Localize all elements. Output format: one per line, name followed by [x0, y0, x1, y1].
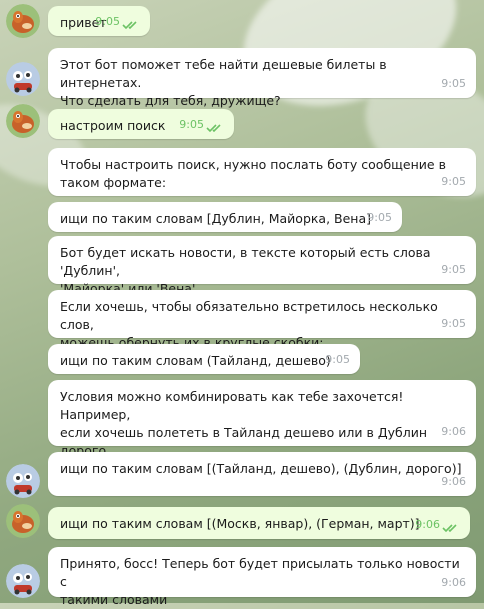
message-bubble-incoming[interactable]: Этот бот поможет тебе найти дешевые биле…: [48, 48, 476, 108]
double-check-icon: [442, 524, 457, 533]
message-bubble-incoming[interactable]: ищи по таким словам [Дублин, Майорка, Ве…: [48, 202, 402, 232]
message-text: ищи по таким словам [Дублин, Майорка, Ве…: [60, 211, 372, 226]
message-bubble-outgoing[interactable]: ищи по таким словам [(Москв, январ), (Ге…: [48, 507, 470, 539]
message-time: 9:06: [441, 425, 466, 438]
message-text: ищи по таким словам (Тайланд, дешево): [60, 353, 331, 368]
message-time: 9:05: [367, 211, 392, 224]
message-text: Этот бот поможет тебе найти дешевые биле…: [60, 57, 387, 108]
message-time: 9:05: [95, 15, 120, 28]
message-text: Чтобы настроить поиск, нужно послать бот…: [60, 157, 446, 190]
message-bubble-incoming[interactable]: ищи по таким словам [(Тайланд, дешево), …: [48, 452, 476, 496]
double-check-icon: [122, 21, 137, 30]
message-time: 9:05: [441, 77, 466, 90]
message-time: 9:05: [179, 118, 204, 131]
message-time: 9:06: [415, 518, 440, 531]
message-bubble-incoming[interactable]: Принято, босс! Теперь бот будет присылат…: [48, 547, 476, 607]
message-time: 9:05: [441, 317, 466, 330]
bot-avatar-icon[interactable]: [6, 464, 40, 498]
message-bubble-incoming[interactable]: ищи по таким словам (Тайланд, дешево) 9:…: [48, 344, 360, 374]
message-bubble-outgoing[interactable]: настроим поиск 9:05: [48, 109, 234, 139]
message-time: 9:05: [441, 175, 466, 188]
message-text: ищи по таким словам [(Тайланд, дешево), …: [60, 461, 462, 476]
message-bubble-incoming[interactable]: Бот будет искать новости, в тексте котор…: [48, 236, 476, 296]
fox-avatar-icon[interactable]: [6, 504, 40, 538]
message-text: настроим поиск: [60, 118, 166, 133]
message-time: 9:06: [441, 475, 466, 488]
bot-avatar-icon[interactable]: [6, 564, 40, 598]
double-check-icon: [206, 124, 221, 133]
message-text: ищи по таким словам [(Москв, январ), (Ге…: [60, 516, 420, 531]
message-text: Если хочешь, чтобы обязательно встретило…: [60, 299, 438, 350]
message-time: 9:06: [441, 576, 466, 589]
message-time: 9:05: [441, 263, 466, 276]
message-text: Бот будет искать новости, в тексте котор…: [60, 245, 431, 296]
chat-history[interactable]: привет 9:05 Этот бот поможет тебе найти …: [0, 0, 484, 607]
message-bubble-incoming[interactable]: Если хочешь, чтобы обязательно встретило…: [48, 290, 476, 350]
message-text: Принято, босс! Теперь бот будет присылат…: [60, 556, 460, 607]
fox-avatar-icon[interactable]: [6, 104, 40, 138]
bot-avatar-icon[interactable]: [6, 62, 40, 96]
message-time: 9:05: [325, 353, 350, 366]
message-bubble-incoming[interactable]: Условия можно комбинировать как тебе зах…: [48, 380, 476, 476]
fox-avatar-icon[interactable]: [6, 4, 40, 38]
message-bubble-outgoing[interactable]: привет 9:05: [48, 6, 150, 36]
message-bubble-incoming[interactable]: Чтобы настроить поиск, нужно послать бот…: [48, 148, 476, 196]
